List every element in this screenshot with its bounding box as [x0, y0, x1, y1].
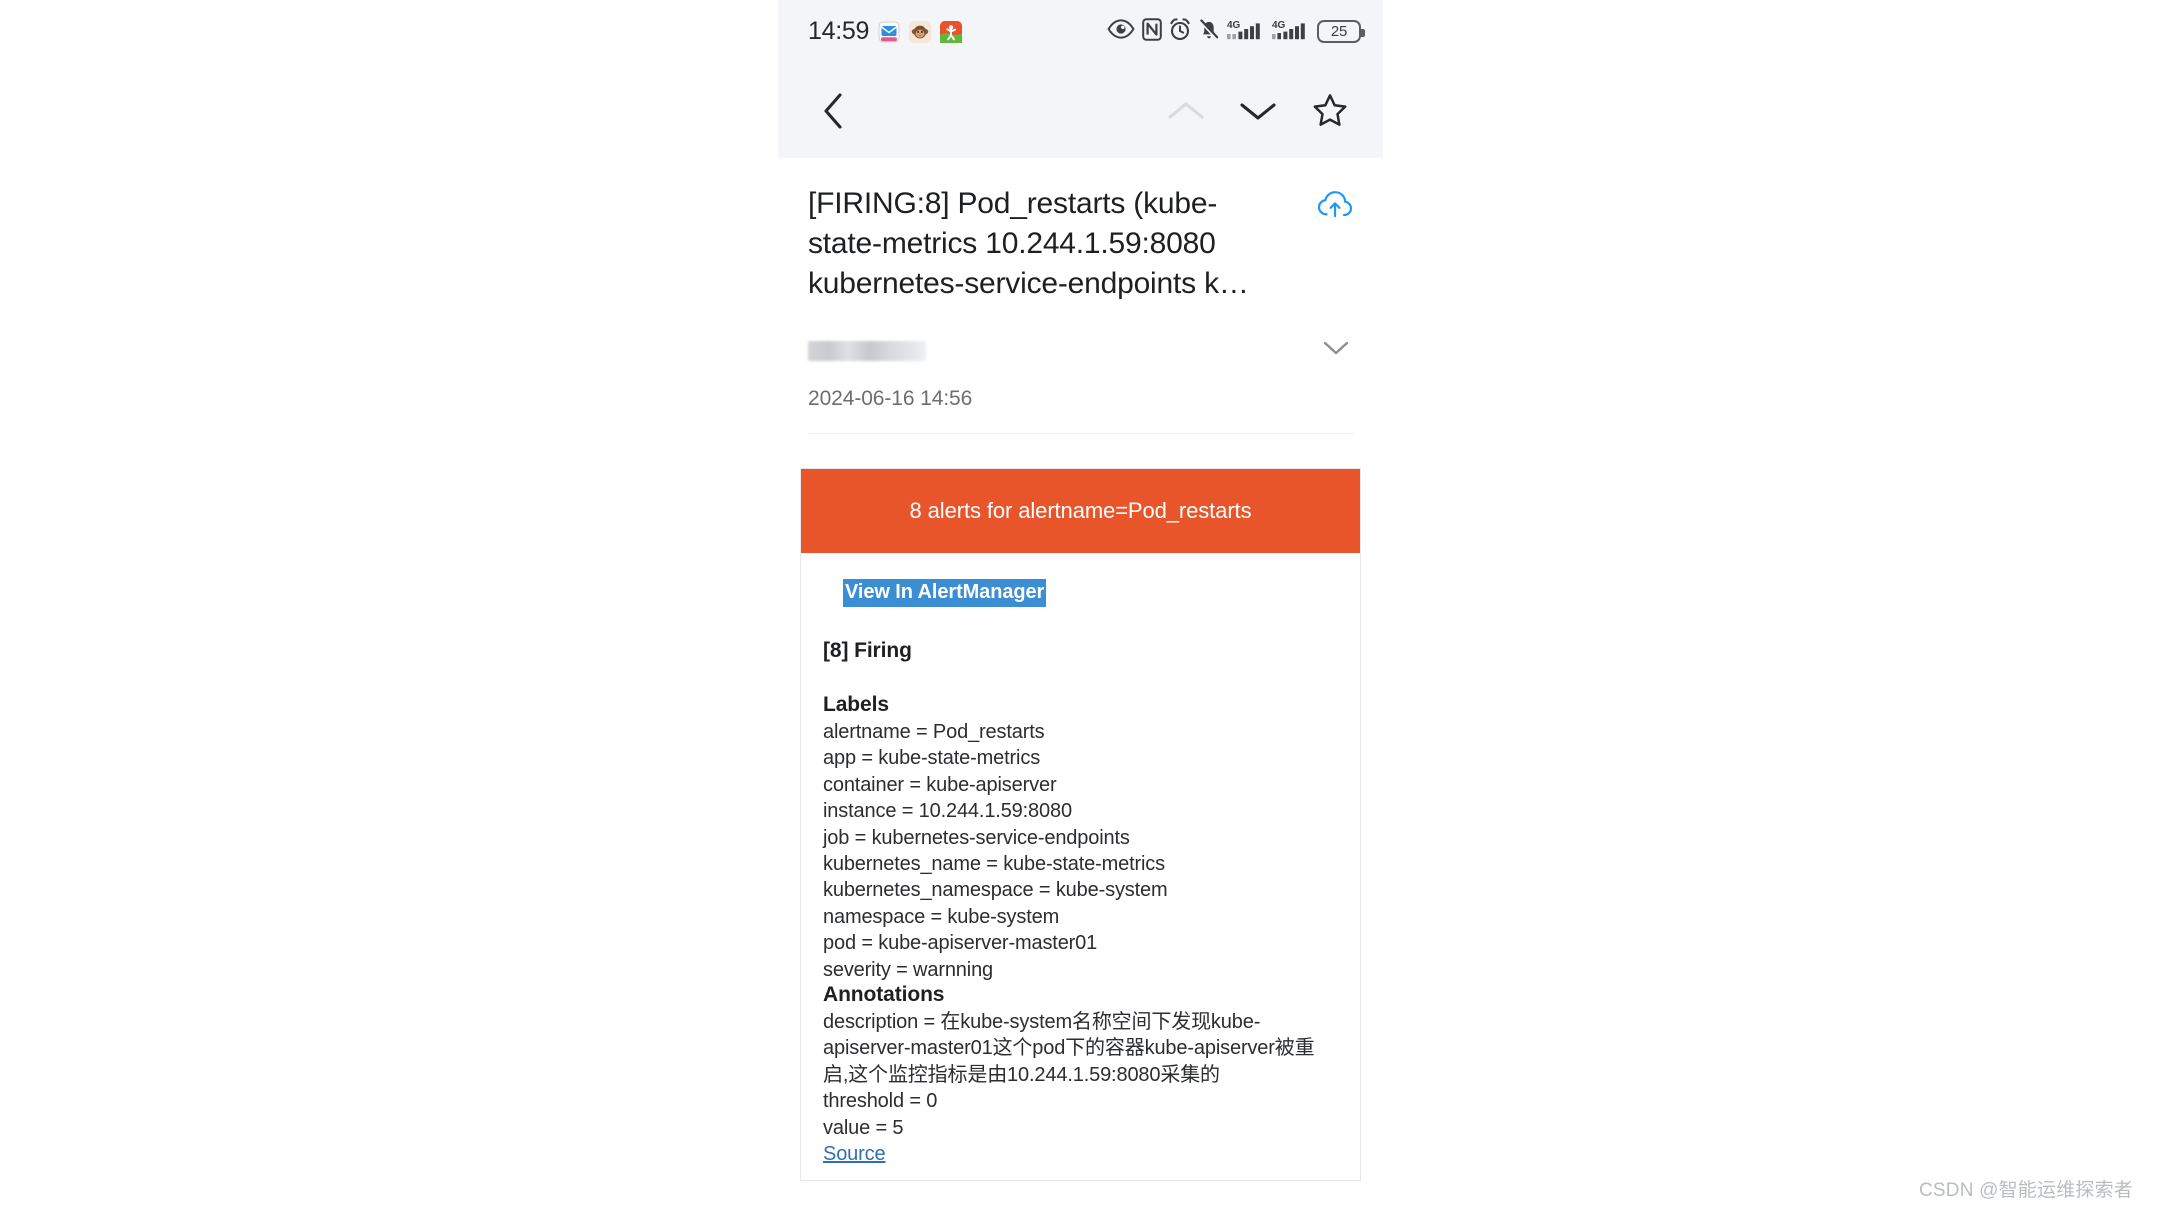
sender-row[interactable] — [808, 338, 1353, 363]
status-bar: 14:59 4G 4G 25 — [778, 0, 1383, 63]
label-item: kubernetes_namespace = kube-system — [823, 879, 1168, 902]
alert-card-wrapper: 8 alerts for alertname=Pod_restarts View… — [778, 434, 1383, 1181]
label-item: app = kube-state-metrics — [823, 747, 1041, 770]
nfc-icon — [1142, 17, 1162, 46]
alarm-clock-icon — [1169, 17, 1191, 46]
annotations-section-title: Annotations — [823, 983, 945, 1007]
signal-4g-secondary-icon: 4G — [1272, 18, 1310, 46]
label-item: kubernetes_name = kube-state-metrics — [823, 853, 1165, 876]
message-date: 2024-06-16 14:56 — [808, 387, 973, 410]
cloud-upload-icon[interactable] — [1317, 190, 1353, 225]
status-bar-left: 14:59 — [808, 17, 963, 46]
label-item: pod = kube-apiserver-master01 — [823, 932, 1098, 955]
star-favorite-button[interactable] — [1301, 82, 1359, 140]
source-link[interactable]: Source — [823, 1141, 886, 1167]
annotations-list: description = 在kube-system名称空间下发现kube-ap… — [823, 1009, 1338, 1167]
signal-4g-icon: 4G — [1227, 18, 1265, 46]
screenshot-root: 14:59 4G 4G 25 [FIRING:8] Pod_restarts (… — [0, 0, 2159, 1214]
alert-banner: 8 alerts for alertname=Pod_restarts — [801, 469, 1360, 553]
battery-level-label: 25 — [1330, 23, 1348, 40]
chevron-down-icon[interactable] — [1321, 338, 1351, 363]
message-toolbar — [778, 63, 1383, 158]
previous-message-button[interactable] — [1157, 82, 1215, 140]
label-item: job = kubernetes-service-endpoints — [823, 826, 1130, 849]
battery-indicator: 25 — [1317, 20, 1365, 43]
sender-name-redacted — [808, 340, 926, 361]
message-header: [FIRING:8] Pod_restarts (kube-state-metr… — [778, 158, 1383, 434]
annotation-item: value = 5 — [823, 1116, 904, 1139]
label-item: instance = 10.244.1.59:8080 — [823, 800, 1072, 823]
svg-text:4G: 4G — [1227, 20, 1241, 31]
label-item: alertname = Pod_restarts — [823, 721, 1045, 743]
label-item: container = kube-apiserver — [823, 773, 1057, 796]
annotation-item: threshold = 0 — [823, 1090, 938, 1113]
phone-viewport: 14:59 4G 4G 25 [FIRING:8] Pod_restarts (… — [778, 0, 1383, 1214]
back-button[interactable] — [804, 82, 862, 140]
labels-section-title: Labels — [823, 693, 889, 716]
label-item: namespace = kube-system — [823, 905, 1060, 928]
bell-muted-icon — [1198, 18, 1220, 46]
eye-icon — [1107, 19, 1135, 44]
status-bar-clock: 14:59 — [808, 17, 870, 45]
firing-count-header: [8] Firing — [823, 639, 912, 662]
annotation-item: description = 在kube-system名称空间下发现kube-ap… — [823, 1011, 1315, 1086]
alert-card: 8 alerts for alertname=Pod_restarts View… — [800, 468, 1361, 1181]
header-divider — [808, 433, 1353, 434]
status-bar-right: 4G 4G 25 — [1107, 17, 1365, 46]
label-item: severity = warnning — [823, 958, 994, 981]
monkey-avatar-icon — [909, 20, 932, 43]
labels-list: alertname = Pod_restarts app = kube-stat… — [823, 719, 1338, 983]
alert-card-body: View In AlertManager [8] Firing Labels a… — [801, 553, 1360, 1180]
message-subject: [FIRING:8] Pod_restarts (kube-state-metr… — [808, 187, 1249, 300]
svg-text:4G: 4G — [1272, 20, 1286, 31]
next-message-button[interactable] — [1229, 82, 1287, 140]
alertmanager-link-row: View In AlertManager — [823, 579, 1338, 607]
mail-app-icon — [878, 20, 901, 43]
view-in-alertmanager-link[interactable]: View In AlertManager — [843, 579, 1047, 607]
csdn-watermark: CSDN @智能运维探索者 — [1918, 1180, 2133, 1201]
sports-app-icon — [940, 20, 963, 43]
